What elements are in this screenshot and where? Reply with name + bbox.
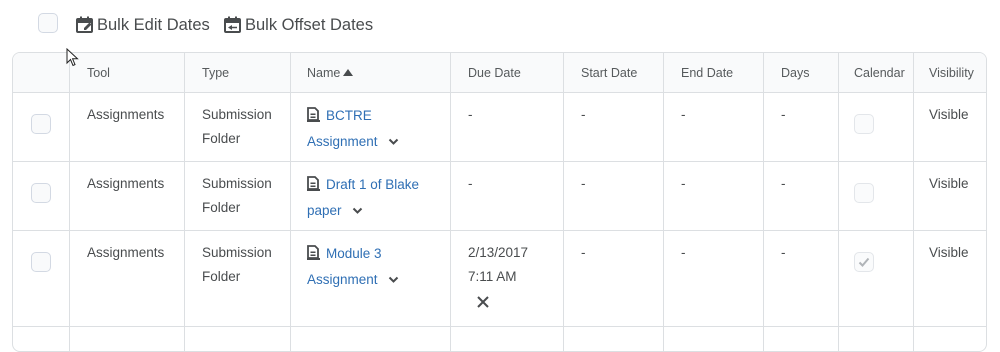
name-cell: Module 3 Assignment <box>291 231 451 327</box>
calendar-checkbox <box>854 252 874 272</box>
calendar-cell <box>839 162 914 231</box>
item-name-link-continued[interactable]: Assignment <box>307 272 378 287</box>
bulk-edit-dates-label: Bulk Edit Dates <box>97 16 210 35</box>
assignment-document-icon <box>307 176 320 191</box>
item-name-link[interactable]: Module 3 <box>326 246 382 261</box>
tool-cell: Assignments <box>70 93 185 162</box>
start-date-cell: - <box>564 231 664 327</box>
header-type[interactable]: Type <box>185 53 291 93</box>
mouse-pointer-icon <box>66 48 80 68</box>
table-header-row: Tool Type Name Due Date Start Date End D… <box>13 53 988 93</box>
tool-cell: Assignments <box>70 231 185 327</box>
days-cell: - <box>764 231 839 327</box>
item-name-link-continued[interactable]: Assignment <box>307 134 378 149</box>
header-tool[interactable]: Tool <box>70 53 185 93</box>
header-visibility[interactable]: Visibility <box>914 53 988 93</box>
visibility-cell: Visible <box>914 231 988 327</box>
item-name-link[interactable]: BCTRE <box>326 108 372 123</box>
calendar-edit-icon <box>75 16 95 34</box>
assignment-document-icon <box>307 245 320 260</box>
name-cell: BCTRE Assignment <box>291 93 451 162</box>
row-select-cell <box>13 162 70 231</box>
table-row: Assignments SubmissionFolder Draft 1 of … <box>13 162 988 231</box>
bulk-offset-dates-label: Bulk Offset Dates <box>245 16 373 35</box>
due-date-cell: - <box>451 162 564 231</box>
due-date-cell: 2/13/2017 7:11 AM <box>451 231 564 327</box>
visibility-cell: Visible <box>914 93 988 162</box>
chevron-down-icon[interactable] <box>352 207 363 215</box>
calendar-cell <box>839 93 914 162</box>
header-start-date[interactable]: Start Date <box>564 53 664 93</box>
dates-table: Tool Type Name Due Date Start Date End D… <box>12 52 987 352</box>
type-cell: SubmissionFolder <box>185 162 291 231</box>
assignment-document-icon <box>307 107 320 122</box>
visibility-cell: Visible <box>914 162 988 231</box>
bulk-offset-dates-button[interactable]: Bulk Offset Dates <box>223 14 373 36</box>
due-date-value: 2/13/2017 <box>468 241 563 265</box>
table-row: Assignments SubmissionFolder Module 3 As… <box>13 231 988 327</box>
chevron-down-icon[interactable] <box>388 138 399 146</box>
type-line: Submission <box>202 241 290 265</box>
type-line: Folder <box>202 196 290 220</box>
header-select <box>13 53 70 93</box>
calendar-cell <box>839 231 914 327</box>
tool-cell: Assignments <box>70 162 185 231</box>
type-cell: SubmissionFolder <box>185 231 291 327</box>
name-cell: Draft 1 of Blake paper <box>291 162 451 231</box>
header-calendar[interactable]: Calendar <box>839 53 914 93</box>
calendar-offset-icon <box>223 16 243 34</box>
header-days[interactable]: Days <box>764 53 839 93</box>
type-line: Folder <box>202 127 290 151</box>
due-time-value: 7:11 AM <box>468 265 563 289</box>
header-name[interactable]: Name <box>291 53 451 93</box>
end-date-cell: - <box>664 231 764 327</box>
start-date-cell: - <box>564 93 664 162</box>
select-all-checkbox[interactable] <box>38 13 58 33</box>
type-line: Submission <box>202 172 290 196</box>
due-date-cell: - <box>451 93 564 162</box>
end-date-cell: - <box>664 162 764 231</box>
due-date-value: - <box>468 103 563 127</box>
chevron-down-icon[interactable] <box>388 276 399 284</box>
bulk-edit-dates-button[interactable]: Bulk Edit Dates <box>75 14 210 36</box>
type-cell: SubmissionFolder <box>185 93 291 162</box>
bulk-toolbar: Bulk Edit Dates Bulk Offset Dates <box>0 0 1000 52</box>
row-select-cell <box>13 93 70 162</box>
header-name-label: Name <box>307 66 340 80</box>
sort-ascending-icon <box>343 69 353 76</box>
row-checkbox[interactable] <box>31 252 51 272</box>
start-date-cell: - <box>564 162 664 231</box>
header-due-date[interactable]: Due Date <box>451 53 564 93</box>
end-date-cell: - <box>664 93 764 162</box>
type-line: Submission <box>202 103 290 127</box>
row-checkbox[interactable] <box>31 183 51 203</box>
row-select-cell <box>13 231 70 327</box>
days-cell: - <box>764 93 839 162</box>
calendar-checkbox <box>854 114 874 134</box>
table-row <box>13 327 988 352</box>
item-name-link-continued[interactable]: paper <box>307 203 342 218</box>
item-name-link[interactable]: Draft 1 of Blake <box>326 177 419 192</box>
days-cell: - <box>764 162 839 231</box>
due-date-value: - <box>468 172 563 196</box>
calendar-checkbox <box>854 183 874 203</box>
header-end-date[interactable]: End Date <box>664 53 764 93</box>
type-line: Folder <box>202 265 290 289</box>
checkmark-icon <box>858 256 870 268</box>
table-row: Assignments SubmissionFolder BCTRE Assig… <box>13 93 988 162</box>
row-checkbox[interactable] <box>31 114 51 134</box>
close-icon[interactable] <box>476 295 490 309</box>
